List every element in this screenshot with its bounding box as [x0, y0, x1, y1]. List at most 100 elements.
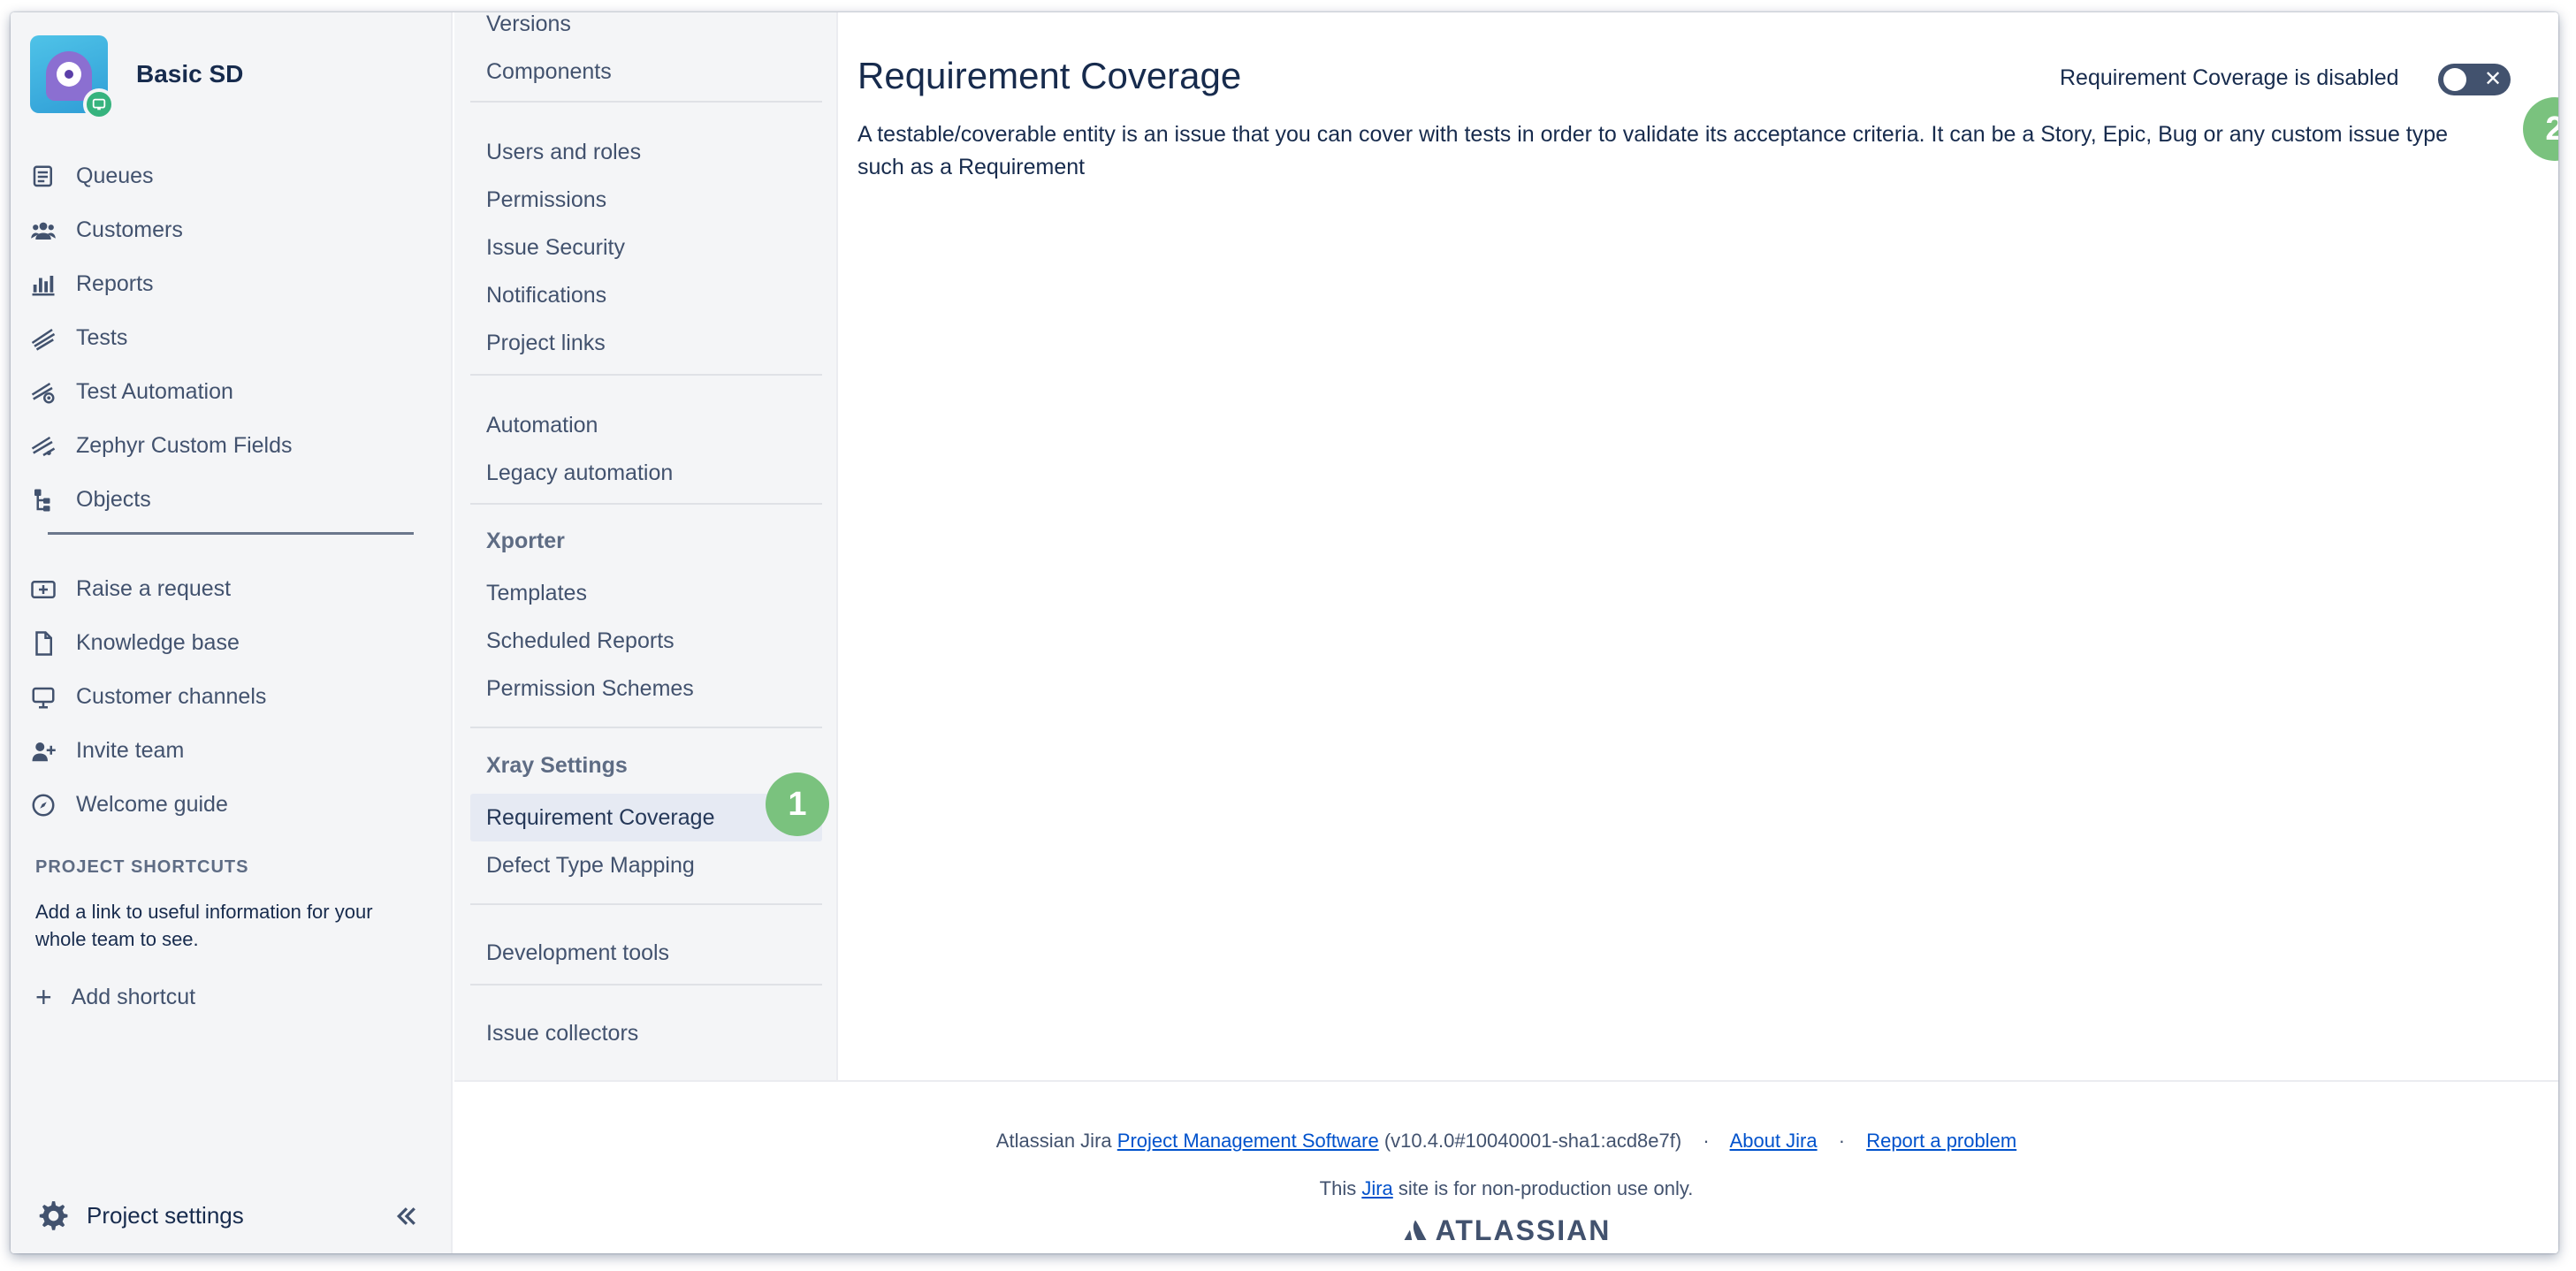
step-badge-1: 1 — [766, 772, 829, 836]
nav-separator — [470, 503, 822, 505]
footer-version: (v10.4.0#10040001-sha1:acd8e7f) — [1383, 1130, 1682, 1152]
project-name: Basic SD — [136, 60, 244, 88]
np-suffix: site is for non-production use only. — [1398, 1177, 1694, 1199]
settings-nav-defect-type-mapping[interactable]: Defect Type Mapping — [470, 841, 822, 889]
sidebar-item-label: Customer channels — [76, 684, 267, 709]
jira-link[interactable]: Jira — [1361, 1177, 1392, 1199]
settings-nav-notifications[interactable]: Notifications — [470, 271, 822, 319]
nav-separator — [470, 984, 822, 986]
sidebar-item-label: Objects — [76, 487, 151, 512]
add-shortcut-label: Add shortcut — [71, 984, 196, 1009]
project-settings-link[interactable]: Project settings — [35, 1199, 244, 1232]
test-automation-icon — [28, 377, 58, 407]
separator-dot: · — [1703, 1130, 1710, 1152]
project-shortcuts-heading: PROJECT SHORTCUTS — [35, 857, 249, 877]
plus-icon: + — [35, 981, 52, 1013]
settings-nav-permissions[interactable]: Permissions — [470, 176, 822, 224]
sidebar-item-label: Zephyr Custom Fields — [76, 433, 293, 458]
project-shortcuts-description: Add a link to useful information for you… — [35, 901, 373, 950]
atlassian-logo: ATLASSIAN — [454, 1214, 2558, 1247]
settings-nav-issue-security[interactable]: Issue Security — [470, 224, 822, 271]
atlassian-wordmark: ATLASSIAN — [1435, 1214, 1612, 1246]
separator-dot: · — [1838, 1130, 1846, 1152]
settings-nav-scheduled-reports[interactable]: Scheduled Reports — [470, 617, 822, 665]
sidebar-item-label: Reports — [76, 271, 154, 296]
main-content: Requirement Coverage Requirement Coverag… — [840, 12, 2558, 1080]
knowledge-base-icon — [28, 628, 58, 658]
footer: Atlassian Jira Project Management Softwa… — [454, 1080, 2558, 1253]
sidebar-item-customer-channels[interactable]: Customer channels — [28, 670, 435, 724]
customers-icon — [28, 216, 58, 246]
sidebar-item-customers[interactable]: Customers — [28, 203, 435, 257]
settings-nav-issue-collectors[interactable]: Issue collectors — [470, 1009, 822, 1057]
nav-separator — [470, 727, 822, 728]
xray-settings-heading: Xray Settings — [486, 753, 628, 778]
sidebar-item-label: Queues — [76, 164, 154, 188]
compass-icon — [28, 790, 58, 820]
atlassian-mark-icon — [1404, 1220, 1427, 1240]
add-shortcut-button[interactable]: + Add shortcut — [35, 983, 195, 1011]
settings-nav-project-links[interactable]: Project links — [470, 319, 822, 367]
settings-nav-versions[interactable]: Versions — [470, 12, 822, 48]
report-problem-link[interactable]: Report a problem — [1866, 1130, 2016, 1152]
nav-separator — [470, 374, 822, 376]
nav-separator — [470, 101, 822, 103]
footer-version-line: Atlassian Jira Project Management Softwa… — [454, 1130, 2558, 1153]
settings-nav-users-roles[interactable]: Users and roles — [470, 128, 822, 176]
tests-icon — [28, 323, 58, 354]
secondary-nav: Raise a request Knowledge base Customer … — [28, 562, 435, 832]
collapse-sidebar-button[interactable] — [389, 1200, 424, 1232]
nav-separator — [470, 903, 822, 905]
footer-prefix: Atlassian Jira — [995, 1130, 1112, 1152]
project-header[interactable]: Basic SD — [30, 35, 437, 120]
gear-icon — [39, 1201, 68, 1230]
sidebar-item-welcome-guide[interactable]: Welcome guide — [28, 778, 435, 832]
zephyr-icon — [28, 431, 58, 461]
settings-nav-automation[interactable]: Automation — [470, 401, 822, 449]
double-chevron-left-icon — [396, 1207, 415, 1225]
sidebar-item-raise-request[interactable]: Raise a request — [28, 562, 435, 616]
sidebar-item-reports[interactable]: Reports — [28, 257, 435, 311]
np-prefix: This — [1319, 1177, 1357, 1199]
primary-nav: Queues Customers Reports Tests Test Auto… — [28, 149, 435, 527]
raise-request-icon — [28, 575, 58, 605]
sidebar-item-label: Knowledge base — [76, 630, 240, 655]
settings-nav-templates[interactable]: Templates — [470, 569, 822, 617]
objects-icon — [28, 485, 58, 515]
reports-icon — [28, 270, 58, 300]
sidebar-item-zephyr-custom-fields[interactable]: Zephyr Custom Fields — [28, 419, 435, 473]
sidebar-item-label: Tests — [76, 325, 128, 350]
settings-nav-permission-schemes[interactable]: Permission Schemes — [470, 665, 822, 712]
sidebar-divider — [48, 532, 414, 535]
sidebar-item-knowledge-base[interactable]: Knowledge base — [28, 616, 435, 670]
close-icon: ✕ — [2484, 67, 2503, 91]
customer-channels-icon — [28, 682, 58, 712]
app-window: Basic SD Queues Customers Reports Tests … — [11, 12, 2558, 1253]
footer-non-production-line: This Jira site is for non-production use… — [454, 1177, 2558, 1200]
sidebar-item-objects[interactable]: Objects — [28, 473, 435, 527]
sidebar-item-test-automation[interactable]: Test Automation — [28, 365, 435, 419]
requirement-coverage-toggle[interactable]: ✕ — [2438, 64, 2511, 95]
xporter-heading: Xporter — [486, 529, 565, 553]
step-badge-2: 2 — [2523, 97, 2558, 161]
project-settings-nav: Versions Components Users and roles Perm… — [454, 12, 838, 1080]
toggle-knob — [2443, 68, 2466, 91]
queues-icon — [28, 162, 58, 192]
sidebar-item-invite-team[interactable]: Invite team — [28, 724, 435, 778]
sidebar-item-label: Test Automation — [76, 379, 233, 404]
settings-nav-development-tools[interactable]: Development tools — [470, 929, 822, 977]
invite-team-icon — [28, 736, 58, 766]
requirement-coverage-description: A testable/coverable entity is an issue … — [857, 122, 2449, 179]
sidebar-item-tests[interactable]: Tests — [28, 311, 435, 365]
sidebar-item-label: Welcome guide — [76, 792, 228, 817]
about-jira-link[interactable]: About Jira — [1730, 1130, 1818, 1152]
sidebar-item-label: Invite team — [76, 738, 185, 763]
service-desk-badge-icon — [83, 88, 115, 120]
settings-nav-components[interactable]: Components — [470, 48, 822, 95]
project-settings-label: Project settings — [87, 1201, 244, 1229]
sidebar-item-queues[interactable]: Queues — [28, 149, 435, 203]
project-management-software-link[interactable]: Project Management Software — [1117, 1130, 1379, 1152]
toggle-status-label: Requirement Coverage is disabled — [2060, 65, 2399, 90]
project-sidebar: Basic SD Queues Customers Reports Tests … — [11, 12, 453, 1253]
settings-nav-legacy-automation[interactable]: Legacy automation — [470, 449, 822, 497]
